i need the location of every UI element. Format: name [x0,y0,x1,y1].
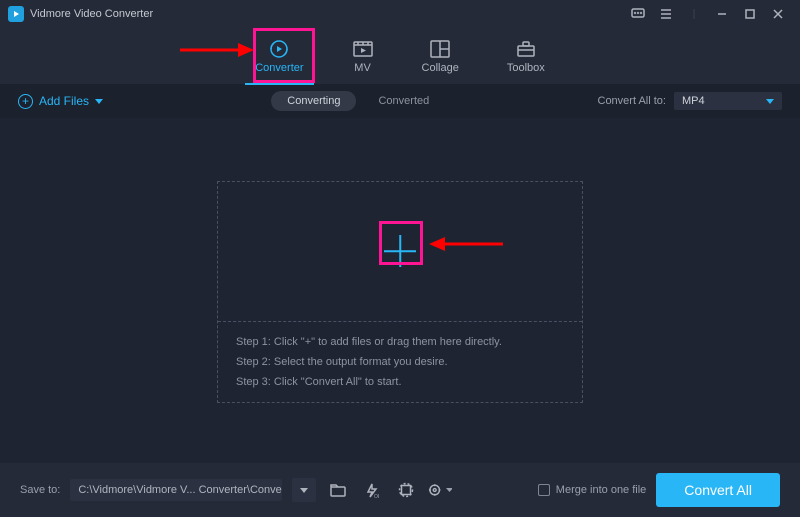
minimize-button[interactable] [708,3,736,25]
collage-icon [429,40,451,58]
convert-all-to-label: Convert All to: [598,95,666,107]
settings-button[interactable] [428,478,452,502]
convert-all-to: Convert All to: MP4 [598,92,782,110]
menu-icon[interactable] [652,3,680,25]
mv-icon [352,40,374,58]
main-tabs: Converter MV Collage Toolbox [0,28,800,84]
converter-icon [268,40,290,58]
drop-area[interactable]: Step 1: Click "+" to add files or drag t… [217,181,583,403]
step-1: Step 1: Click "+" to add files or drag t… [236,336,564,348]
tab-collage[interactable]: Collage [422,29,459,85]
merge-checkbox[interactable]: Merge into one file [538,484,647,496]
convert-all-button[interactable]: Convert All [656,473,780,507]
drop-area-plus-zone[interactable] [218,182,582,322]
open-folder-button[interactable] [326,478,350,502]
window-controls [624,3,792,25]
convert-all-label: Convert All [684,482,752,498]
subtabs: Converting Converted [271,91,429,111]
titlebar: Vidmore Video Converter [0,0,800,28]
feedback-icon[interactable] [624,3,652,25]
plus-circle-icon: + [18,94,33,109]
tab-collage-label: Collage [422,62,459,74]
add-files-button[interactable]: + Add Files [18,94,103,109]
instructions: Step 1: Click "+" to add files or drag t… [218,322,582,402]
app-logo-icon [8,6,24,22]
save-to-label: Save to: [20,484,60,496]
subtab-converted[interactable]: Converted [378,95,429,107]
toolbox-icon [515,40,537,58]
high-speed-button[interactable] [394,478,418,502]
format-value: MP4 [682,95,705,107]
stage: Step 1: Click "+" to add files or drag t… [0,120,800,463]
tab-converter-label: Converter [255,62,303,74]
save-to-path[interactable]: C:\Vidmore\Vidmore V... Converter\Conver… [70,479,282,501]
subbar: + Add Files Converting Converted Convert… [0,84,800,118]
chevron-down-icon [766,99,774,104]
tab-converter[interactable]: Converter [255,29,303,85]
divider [680,3,708,25]
chevron-down-icon [446,488,453,492]
subtab-converting[interactable]: Converting [271,91,356,111]
close-button[interactable] [764,3,792,25]
bottom-bar: Save to: C:\Vidmore\Vidmore V... Convert… [0,463,800,517]
svg-text:OFF: OFF [374,494,379,498]
tab-mv-label: MV [354,62,371,74]
save-to-dropdown[interactable] [292,478,316,502]
step-3: Step 3: Click "Convert All" to start. [236,376,564,388]
titlebar-left: Vidmore Video Converter [8,6,153,22]
tab-mv[interactable]: MV [352,29,374,85]
add-plus-icon[interactable] [384,235,416,267]
subtab-converting-label: Converting [287,95,340,107]
step-2: Step 2: Select the output format you des… [236,356,564,368]
save-to-path-text: C:\Vidmore\Vidmore V... Converter\Conver… [78,484,282,496]
app-title: Vidmore Video Converter [30,8,153,20]
tab-toolbox[interactable]: Toolbox [507,29,545,85]
subtab-converted-label: Converted [378,95,429,107]
hw-accel-button[interactable]: OFF [360,478,384,502]
format-select[interactable]: MP4 [674,92,782,110]
maximize-button[interactable] [736,3,764,25]
checkbox-icon [538,484,550,496]
merge-label: Merge into one file [556,484,647,496]
chevron-down-icon [95,99,103,104]
tab-toolbox-label: Toolbox [507,62,545,74]
add-files-label: Add Files [39,94,89,108]
